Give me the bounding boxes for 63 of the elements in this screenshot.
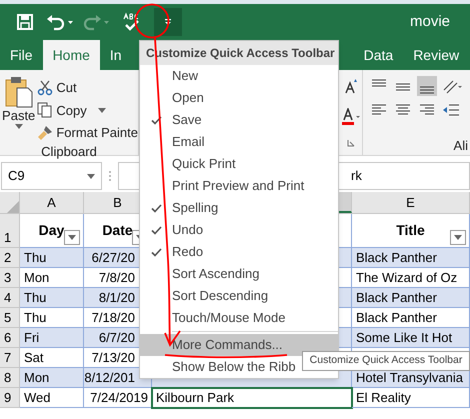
checkmark-icon bbox=[150, 226, 162, 234]
checkmark-icon bbox=[150, 116, 162, 124]
column-header[interactable]: E bbox=[352, 192, 470, 213]
row-header[interactable]: 5 bbox=[0, 308, 20, 328]
undo-icon[interactable] bbox=[46, 13, 74, 31]
scissors-icon[interactable] bbox=[37, 80, 54, 96]
column-title: Day bbox=[38, 221, 64, 240]
caret-icon[interactable] bbox=[87, 174, 95, 178]
row-header[interactable]: 3 bbox=[0, 268, 20, 288]
ribbon-tab[interactable]: File bbox=[0, 40, 43, 70]
column-title: Date bbox=[102, 221, 133, 240]
caret-icon bbox=[164, 18, 172, 26]
copy-icon[interactable] bbox=[37, 102, 54, 118]
row-header[interactable]: 2 bbox=[0, 248, 20, 268]
menu-item[interactable]: Open bbox=[140, 87, 338, 109]
row-header[interactable]: 7 bbox=[0, 348, 20, 368]
group-label: Clipboard bbox=[41, 142, 97, 160]
dialog-launcher-icon[interactable] bbox=[346, 139, 354, 147]
format-painter-label[interactable]: Format Painte bbox=[56, 123, 138, 142]
tooltip: Customize Quick Access Toolbar bbox=[302, 351, 470, 371]
checkmark-icon bbox=[150, 248, 162, 256]
row-header[interactable]: 6 bbox=[0, 328, 20, 348]
filter-dropdown[interactable] bbox=[64, 230, 80, 245]
filter-dropdown[interactable] bbox=[450, 230, 466, 245]
paintbrush-icon[interactable] bbox=[37, 124, 54, 141]
menu-item[interactable]: Email bbox=[140, 131, 338, 153]
row-header[interactable]: 1 bbox=[0, 214, 20, 248]
spelling-check-icon[interactable] bbox=[122, 12, 142, 32]
ribbon-tab[interactable]: Home bbox=[42, 40, 100, 70]
table-cell: El Reality bbox=[352, 388, 470, 408]
name-box[interactable]: C9 bbox=[1, 162, 102, 190]
caret-icon[interactable] bbox=[68, 235, 76, 240]
ribbon-tab[interactable]: Review bbox=[403, 40, 470, 70]
column-header[interactable]: A bbox=[20, 192, 84, 213]
column-title: Title bbox=[396, 221, 425, 240]
checkmark-icon bbox=[150, 204, 162, 212]
caret-icon[interactable] bbox=[98, 108, 106, 113]
row-header[interactable]: 8 bbox=[0, 368, 20, 388]
font-color-icon[interactable] bbox=[340, 108, 360, 126]
menu-item[interactable]: Undo bbox=[140, 219, 338, 241]
row-header[interactable]: 4 bbox=[0, 288, 20, 308]
row-header[interactable]: 9 bbox=[0, 388, 20, 408]
caret-icon[interactable] bbox=[454, 235, 462, 240]
paste-label[interactable]: Paste bbox=[2, 108, 36, 124]
ribbon-tab[interactable]: Data bbox=[354, 40, 404, 70]
cut-label[interactable]: Cut bbox=[56, 78, 77, 98]
menu-item[interactable]: New bbox=[140, 65, 338, 87]
menu-item[interactable]: More Commands... bbox=[140, 334, 338, 356]
align-icon[interactable] bbox=[417, 76, 437, 96]
paste-icon[interactable] bbox=[4, 76, 34, 108]
table-cell: Wed bbox=[20, 388, 84, 408]
table-cell: Kilbourn Park bbox=[152, 388, 352, 408]
circle-annotation bbox=[134, 3, 170, 39]
copy-label[interactable]: Copy bbox=[56, 100, 87, 120]
window-title: movie bbox=[410, 12, 452, 32]
group-label: Ali bbox=[454, 137, 469, 155]
font-grow-icon[interactable] bbox=[344, 78, 358, 94]
ribbon-tab[interactable]: In bbox=[100, 40, 132, 70]
menu-item[interactable]: Save bbox=[140, 109, 338, 131]
menu-item[interactable]: Quick Print bbox=[140, 153, 338, 175]
caret-icon[interactable] bbox=[14, 124, 23, 129]
grip-icon bbox=[108, 170, 112, 182]
save-icon[interactable] bbox=[16, 13, 34, 31]
